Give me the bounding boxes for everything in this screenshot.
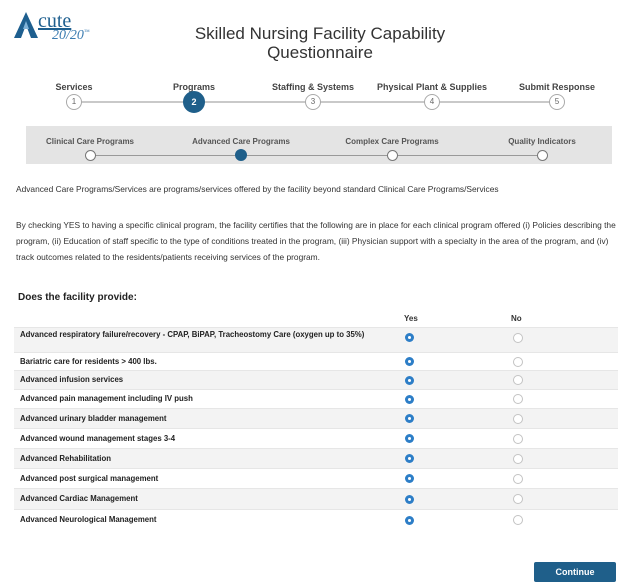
radio-no[interactable] xyxy=(513,515,523,525)
program-row: Advanced post surgical management xyxy=(14,468,618,488)
radio-no[interactable] xyxy=(513,333,523,343)
main-stepper: Services Programs Staffing & Systems Phy… xyxy=(0,82,628,122)
program-label: Advanced post surgical management xyxy=(20,474,159,483)
program-label: Advanced Cardiac Management xyxy=(20,494,138,503)
radio-no[interactable] xyxy=(513,474,523,484)
radio-yes[interactable] xyxy=(405,495,414,504)
program-row: Advanced Rehabilitation xyxy=(14,448,618,468)
radio-yes[interactable] xyxy=(405,333,414,342)
step-5-circle[interactable]: 5 xyxy=(549,94,565,110)
program-list: Advanced respiratory failure/recovery - … xyxy=(14,327,618,530)
radio-yes[interactable] xyxy=(405,516,414,525)
program-row: Advanced respiratory failure/recovery - … xyxy=(14,327,618,352)
question-heading: Does the facility provide: xyxy=(18,292,137,303)
program-row: Advanced infusion services xyxy=(14,370,618,389)
program-row: Advanced pain management including IV pu… xyxy=(14,389,618,408)
program-row: Advanced Cardiac Management xyxy=(14,488,618,509)
radio-yes[interactable] xyxy=(405,454,414,463)
program-label: Advanced Rehabilitation xyxy=(20,454,111,463)
radio-yes[interactable] xyxy=(405,376,414,385)
program-label: Bariatric care for residents > 400 lbs. xyxy=(20,357,157,366)
program-label: Advanced urinary bladder management xyxy=(20,414,167,423)
sub-stepper: Clinical Care Programs Advanced Care Pro… xyxy=(26,126,612,164)
program-row: Advanced Neurological Management xyxy=(14,509,618,530)
program-label: Advanced pain management including IV pu… xyxy=(20,394,193,403)
program-row: Bariatric care for residents > 400 lbs. xyxy=(14,352,618,370)
substep-label-complex: Complex Care Programs xyxy=(345,137,439,146)
continue-button[interactable]: Continue xyxy=(534,562,616,582)
step-label-physical-plant: Physical Plant & Supplies xyxy=(376,82,488,92)
step-3-circle[interactable]: 3 xyxy=(305,94,321,110)
radio-no[interactable] xyxy=(513,494,523,504)
substep-advanced-circle[interactable] xyxy=(235,149,247,161)
substep-complex-circle[interactable] xyxy=(387,150,398,161)
sub-stepper-line xyxy=(92,155,544,156)
logo-mark-icon xyxy=(14,12,38,38)
column-header-no: No xyxy=(511,314,522,323)
intro-text: Advanced Care Programs/Services are prog… xyxy=(16,184,499,194)
substep-label-quality: Quality Indicators xyxy=(508,137,576,146)
step-label-submit: Submit Response xyxy=(518,82,595,92)
substep-clinical-circle[interactable] xyxy=(85,150,96,161)
radio-no[interactable] xyxy=(513,434,523,444)
radio-yes[interactable] xyxy=(405,434,414,443)
program-row: Advanced urinary bladder management xyxy=(14,408,618,428)
radio-no[interactable] xyxy=(513,394,523,404)
program-label: Advanced respiratory failure/recovery - … xyxy=(20,330,365,339)
radio-no[interactable] xyxy=(513,454,523,464)
radio-yes[interactable] xyxy=(405,357,414,366)
program-label: Advanced wound management stages 3-4 xyxy=(20,434,176,443)
substep-label-advanced: Advanced Care Programs xyxy=(192,137,290,146)
substep-label-clinical: Clinical Care Programs xyxy=(45,137,135,146)
logo: cute 20/20™ xyxy=(14,8,124,44)
page-title: Skilled Nursing Facility Capability Ques… xyxy=(194,24,446,62)
logo-subword: 20/20™ xyxy=(52,28,90,43)
step-label-services: Services xyxy=(55,82,93,92)
program-label: Advanced Neurological Management xyxy=(20,515,157,524)
radio-yes[interactable] xyxy=(405,474,414,483)
step-2-circle[interactable]: 2 xyxy=(183,91,205,113)
substep-quality-circle[interactable] xyxy=(537,150,548,161)
radio-no[interactable] xyxy=(513,414,523,424)
column-header-yes: Yes xyxy=(404,314,418,323)
step-4-circle[interactable]: 4 xyxy=(424,94,440,110)
program-label: Advanced infusion services xyxy=(20,375,124,384)
radio-no[interactable] xyxy=(513,357,523,367)
radio-yes[interactable] xyxy=(405,395,414,404)
radio-no[interactable] xyxy=(513,375,523,385)
program-row: Advanced wound management stages 3-4 xyxy=(14,428,618,448)
radio-yes[interactable] xyxy=(405,414,414,423)
step-label-staffing: Staffing & Systems xyxy=(271,82,355,92)
certification-text: By checking YES to having a specific cli… xyxy=(16,220,616,262)
step-1-circle[interactable]: 1 xyxy=(66,94,82,110)
